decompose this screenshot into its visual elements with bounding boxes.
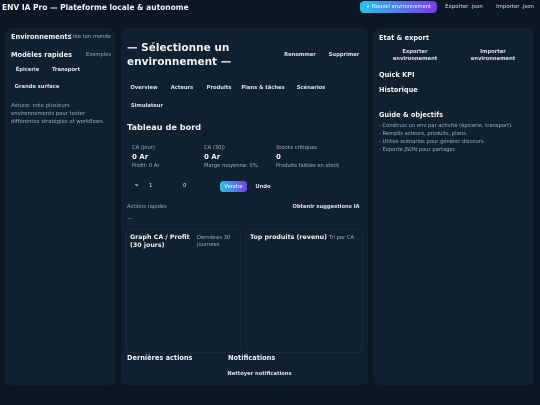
tab-produits[interactable]: Produits <box>202 83 236 93</box>
environments-title: Environnements <box>11 33 72 41</box>
tab-plans-taches[interactable]: Plans & tâches <box>240 83 286 93</box>
environment-title-line1: — Sélectionne un <box>127 42 230 54</box>
tab-acteurs[interactable]: Acteurs <box>166 83 198 93</box>
template-grande-surface-button[interactable]: Grande surface <box>11 81 63 92</box>
template-epicerie-button[interactable]: Épicerie <box>11 64 44 75</box>
dashboard-title: Tableau de bord <box>127 122 202 132</box>
examples-label: Exemples <box>86 52 112 58</box>
app-title: ENV IA Pro — Plateforme locale & autonom… <box>2 3 189 12</box>
kpi-ca-day-label: CA (jour) <box>132 145 155 151</box>
ai-suggestions-button[interactable]: Obtenir suggestions IA <box>291 202 361 212</box>
export-environment-button[interactable]: Exporter environnement <box>380 48 450 63</box>
guide-item: - Remplis acteurs, produits, plans. <box>379 131 468 137</box>
export-state-title: Etat & export <box>379 34 429 42</box>
top-products-title: Top produits (revenu) <box>250 234 327 241</box>
tab-scenarios[interactable]: Scénarios <box>291 83 331 93</box>
top-products-card <box>246 229 363 353</box>
notifications-title: Notifications <box>228 354 276 362</box>
create-world-hint: Crée ton monde <box>69 34 111 40</box>
top-bar: ENV IA Pro — Plateforme locale & autonom… <box>0 0 540 15</box>
history-title: Historique <box>379 86 418 94</box>
quantity-input[interactable]: 1 <box>149 183 152 189</box>
clear-notifications-button[interactable]: Nettoyer notifications <box>226 369 293 379</box>
chart-ca-profit-title: Graph CA / Profit (30 jours) <box>130 234 190 249</box>
rename-button[interactable]: Renommer <box>280 49 320 60</box>
environment-title-line2: environnement — <box>127 56 232 68</box>
kpi-ca-30d-sub: Marge moyenne: 0% <box>204 163 258 169</box>
kpi-ca-day-sub: Profit: 0 Ar <box>132 163 160 169</box>
amount-input[interactable]: 0 <box>183 183 186 189</box>
last-actions-title: Dernières actions <box>127 354 193 362</box>
guide-item: - Exporte JSON pour partager. <box>379 147 456 153</box>
guide-item: - Utilise scénarios pour générer discour… <box>379 139 486 145</box>
import-json-button[interactable]: Importer .json <box>492 1 538 13</box>
tab-overview[interactable]: Overview <box>127 83 161 93</box>
new-environment-button[interactable]: + Nouvel environnement <box>360 1 437 13</box>
right-sidebar: Etat & export Exporter environnement Imp… <box>374 28 534 385</box>
tip-text: Astuce: crée plusieurs environnements po… <box>11 103 105 125</box>
undo-button[interactable]: Undo <box>251 181 275 192</box>
export-json-button[interactable]: Exporter .json <box>440 1 488 13</box>
quick-actions-label: Actions rapides <box>127 204 167 210</box>
quick-actions-empty: — <box>127 216 133 222</box>
kpi-stocks-label: Stocks critiques <box>276 145 318 151</box>
main-panel: — Sélectionne un environnement — Renomme… <box>121 28 368 385</box>
kpi-ca-day-value: 0 Ar <box>132 153 149 161</box>
kpi-stocks-value: 0 <box>276 153 281 161</box>
kpi-stocks-sub: Produits faibles en stock <box>276 163 340 169</box>
kpi-ca-30d-label: CA (30j) <box>204 145 225 151</box>
quick-kpi-title: Quick KPI <box>379 71 415 79</box>
quick-models-title: Modèles rapides <box>11 51 73 59</box>
top-products-note: Tri par CA <box>329 235 355 241</box>
kpi-ca-30d-value: 0 Ar <box>204 153 221 161</box>
chart-ca-profit-note: Dernières 30 journées <box>197 235 231 248</box>
chevron-down-icon[interactable]: › <box>132 184 140 187</box>
delete-button[interactable]: Supprimer <box>325 49 363 60</box>
guide-title: Guide & objectifs <box>379 111 443 119</box>
sell-button[interactable]: Vendre <box>220 181 247 192</box>
guide-item: - Construis un env par activité (épiceri… <box>379 123 513 129</box>
tab-simulateur[interactable]: Simulateur <box>127 101 167 111</box>
template-transport-button[interactable]: Transport <box>48 64 84 75</box>
left-sidebar: Environnements Crée ton monde Modèles ra… <box>5 28 115 385</box>
import-environment-button[interactable]: Importer environnement <box>458 48 528 63</box>
